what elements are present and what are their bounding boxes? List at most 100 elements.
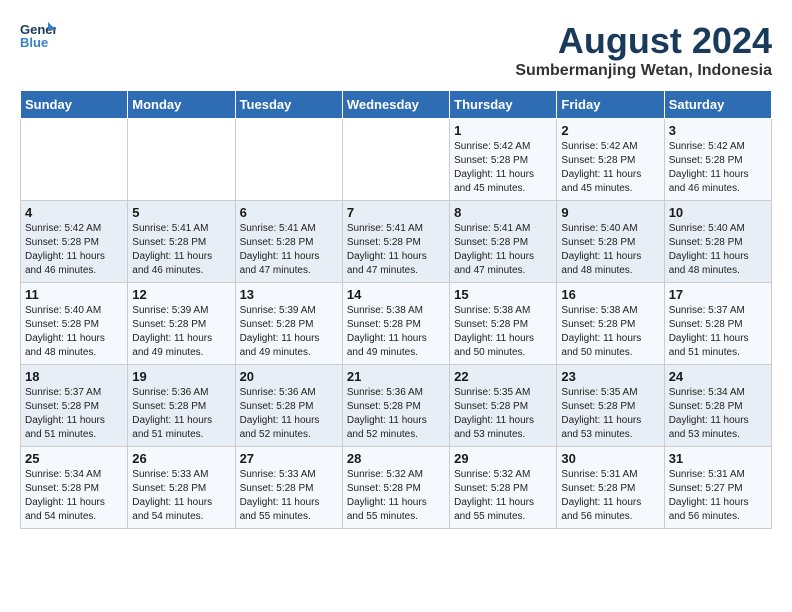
calendar-cell: 4Sunrise: 5:42 AM Sunset: 5:28 PM Daylig… xyxy=(21,201,128,283)
title-area: August 2024 Sumbermanjing Wetan, Indones… xyxy=(515,20,772,80)
day-number: 29 xyxy=(454,451,552,466)
logo: General Blue xyxy=(20,20,56,50)
calendar-table: SundayMondayTuesdayWednesdayThursdayFrid… xyxy=(20,90,772,529)
svg-text:Blue: Blue xyxy=(20,35,48,50)
calendar-cell: 25Sunrise: 5:34 AM Sunset: 5:28 PM Dayli… xyxy=(21,447,128,529)
calendar-cell xyxy=(235,119,342,201)
header: General Blue August 2024 Sumbermanjing W… xyxy=(20,20,772,80)
day-info: Sunrise: 5:41 AM Sunset: 5:28 PM Dayligh… xyxy=(347,222,445,278)
calendar-cell: 30 Sunrise: 5:31 AM Sunset: 5:28 PM Dayli… xyxy=(557,447,664,529)
day-info: Sunrise: 5:39 AM Sunset: 5:28 PM Dayligh… xyxy=(240,304,338,360)
day-info: Sunrise: 5:32 AM Sunset: 5:28 PM Dayligh… xyxy=(347,468,445,524)
calendar-cell: 21 Sunrise: 5:36 AM Sunset: 5:28 PM Dayli… xyxy=(342,365,449,447)
day-number: 11 xyxy=(25,287,123,302)
calendar-cell: 10 Sunrise: 5:40 AM Sunset: 5:28 PM Dayli… xyxy=(664,201,771,283)
calendar-cell: 24 Sunrise: 5:34 AM Sunset: 5:28 PM Dayli… xyxy=(664,365,771,447)
day-number: 14 xyxy=(347,287,445,302)
day-number: 10 xyxy=(669,205,767,220)
day-info: Sunrise: 5:42 AM Sunset: 5:28 PM Dayligh… xyxy=(669,140,767,196)
day-info: Sunrise: 5:34 AM Sunset: 5:28 PM Dayligh… xyxy=(669,386,767,442)
header-day-wednesday: Wednesday xyxy=(342,91,449,119)
calendar-week-3: 11 Sunrise: 5:40 AM Sunset: 5:28 PM Dayli… xyxy=(21,283,772,365)
calendar-cell xyxy=(21,119,128,201)
calendar-cell: 6 Sunrise: 5:41 AM Sunset: 5:28 PM Daylig… xyxy=(235,201,342,283)
day-info: Sunrise: 5:40 AM Sunset: 5:28 PM Dayligh… xyxy=(25,304,123,360)
day-number: 8 xyxy=(454,205,552,220)
day-info: Sunrise: 5:41 AM Sunset: 5:28 PM Dayligh… xyxy=(132,222,230,278)
calendar-cell: 15Sunrise: 5:38 AM Sunset: 5:28 PM Dayli… xyxy=(450,283,557,365)
header-day-friday: Friday xyxy=(557,91,664,119)
day-number: 13 xyxy=(240,287,338,302)
header-day-thursday: Thursday xyxy=(450,91,557,119)
day-info: Sunrise: 5:38 AM Sunset: 5:28 PM Dayligh… xyxy=(347,304,445,360)
calendar-header: SundayMondayTuesdayWednesdayThursdayFrid… xyxy=(21,91,772,119)
day-number: 30 xyxy=(561,451,659,466)
day-number: 22 xyxy=(454,369,552,384)
day-number: 1 xyxy=(454,123,552,138)
calendar-cell: 1Sunrise: 5:42 AM Sunset: 5:28 PM Daylig… xyxy=(450,119,557,201)
day-info: Sunrise: 5:42 AM Sunset: 5:28 PM Dayligh… xyxy=(561,140,659,196)
calendar-cell: 20 Sunrise: 5:36 AM Sunset: 5:28 PM Dayli… xyxy=(235,365,342,447)
calendar-body: 1 Sunrise: 5:42 AM Sunset: 5:28 PM Daylig… xyxy=(21,119,772,529)
calendar-cell: 22 Sunrise: 5:35 AM Sunset: 5:28 PM Dayli… xyxy=(450,365,557,447)
header-day-sunday: Sunday xyxy=(21,91,128,119)
day-info: Sunrise: 5:37 AM Sunset: 5:28 PM Dayligh… xyxy=(25,386,123,442)
day-number: 6 xyxy=(240,205,338,220)
calendar-cell: 2 Sunrise: 5:42 AM Sunset: 5:28 PM Daylig… xyxy=(557,119,664,201)
day-info: Sunrise: 5:41 AM Sunset: 5:28 PM Dayligh… xyxy=(454,222,552,278)
calendar-cell: 26Sunrise: 5:33 AM Sunset: 5:28 PM Dayli… xyxy=(128,447,235,529)
calendar-cell xyxy=(128,119,235,201)
day-info: Sunrise: 5:35 AM Sunset: 5:28 PM Dayligh… xyxy=(454,386,552,442)
day-info: Sunrise: 5:40 AM Sunset: 5:28 PM Dayligh… xyxy=(561,222,659,278)
day-number: 25 xyxy=(25,451,123,466)
day-info: Sunrise: 5:36 AM Sunset: 5:28 PM Dayligh… xyxy=(347,386,445,442)
calendar-cell: 31 Sunrise: 5:31 AM Sunset: 5:27 PM Dayli… xyxy=(664,447,771,529)
day-number: 20 xyxy=(240,369,338,384)
day-number: 27 xyxy=(240,451,338,466)
main-title: August 2024 xyxy=(515,20,772,62)
day-number: 5 xyxy=(132,205,230,220)
day-number: 3 xyxy=(669,123,767,138)
day-info: Sunrise: 5:40 AM Sunset: 5:28 PM Dayligh… xyxy=(669,222,767,278)
calendar-cell: 17 Sunrise: 5:37 AM Sunset: 5:28 PM Dayli… xyxy=(664,283,771,365)
day-info: Sunrise: 5:37 AM Sunset: 5:28 PM Dayligh… xyxy=(669,304,767,360)
day-number: 17 xyxy=(669,287,767,302)
calendar-cell: 29Sunrise: 5:32 AM Sunset: 5:28 PM Dayli… xyxy=(450,447,557,529)
day-number: 2 xyxy=(561,123,659,138)
calendar-cell xyxy=(342,119,449,201)
calendar-cell: 9Sunrise: 5:40 AM Sunset: 5:28 PM Daylig… xyxy=(557,201,664,283)
day-info: Sunrise: 5:38 AM Sunset: 5:28 PM Dayligh… xyxy=(561,304,659,360)
day-number: 31 xyxy=(669,451,767,466)
day-number: 24 xyxy=(669,369,767,384)
calendar-week-5: 25Sunrise: 5:34 AM Sunset: 5:28 PM Dayli… xyxy=(21,447,772,529)
calendar-cell: 14 Sunrise: 5:38 AM Sunset: 5:28 PM Dayli… xyxy=(342,283,449,365)
calendar-cell: 8 Sunrise: 5:41 AM Sunset: 5:28 PM Daylig… xyxy=(450,201,557,283)
day-number: 7 xyxy=(347,205,445,220)
header-day-saturday: Saturday xyxy=(664,91,771,119)
day-info: Sunrise: 5:33 AM Sunset: 5:28 PM Dayligh… xyxy=(132,468,230,524)
calendar-cell: 16Sunrise: 5:38 AM Sunset: 5:28 PM Dayli… xyxy=(557,283,664,365)
calendar-cell: 13 Sunrise: 5:39 AM Sunset: 5:28 PM Dayli… xyxy=(235,283,342,365)
calendar-cell: 3 Sunrise: 5:42 AM Sunset: 5:28 PM Daylig… xyxy=(664,119,771,201)
day-info: Sunrise: 5:31 AM Sunset: 5:27 PM Dayligh… xyxy=(669,468,767,524)
calendar-cell: 23Sunrise: 5:35 AM Sunset: 5:28 PM Dayli… xyxy=(557,365,664,447)
day-number: 21 xyxy=(347,369,445,384)
calendar-cell: 5 Sunrise: 5:41 AM Sunset: 5:28 PM Daylig… xyxy=(128,201,235,283)
calendar-cell: 27 Sunrise: 5:33 AM Sunset: 5:28 PM Dayli… xyxy=(235,447,342,529)
day-info: Sunrise: 5:36 AM Sunset: 5:28 PM Dayligh… xyxy=(132,386,230,442)
day-info: Sunrise: 5:35 AM Sunset: 5:28 PM Dayligh… xyxy=(561,386,659,442)
day-number: 12 xyxy=(132,287,230,302)
day-info: Sunrise: 5:33 AM Sunset: 5:28 PM Dayligh… xyxy=(240,468,338,524)
header-day-tuesday: Tuesday xyxy=(235,91,342,119)
day-info: Sunrise: 5:38 AM Sunset: 5:28 PM Dayligh… xyxy=(454,304,552,360)
calendar-week-4: 18Sunrise: 5:37 AM Sunset: 5:28 PM Dayli… xyxy=(21,365,772,447)
day-info: Sunrise: 5:41 AM Sunset: 5:28 PM Dayligh… xyxy=(240,222,338,278)
calendar-cell: 19 Sunrise: 5:36 AM Sunset: 5:28 PM Dayli… xyxy=(128,365,235,447)
day-info: Sunrise: 5:31 AM Sunset: 5:28 PM Dayligh… xyxy=(561,468,659,524)
header-day-monday: Monday xyxy=(128,91,235,119)
day-info: Sunrise: 5:36 AM Sunset: 5:28 PM Dayligh… xyxy=(240,386,338,442)
calendar-week-1: 1 Sunrise: 5:42 AM Sunset: 5:28 PM Daylig… xyxy=(21,119,772,201)
day-info: Sunrise: 5:42 AM Sunset: 5:28 PM Dayligh… xyxy=(25,222,123,278)
day-number: 19 xyxy=(132,369,230,384)
calendar-cell: 11 Sunrise: 5:40 AM Sunset: 5:28 PM Dayli… xyxy=(21,283,128,365)
